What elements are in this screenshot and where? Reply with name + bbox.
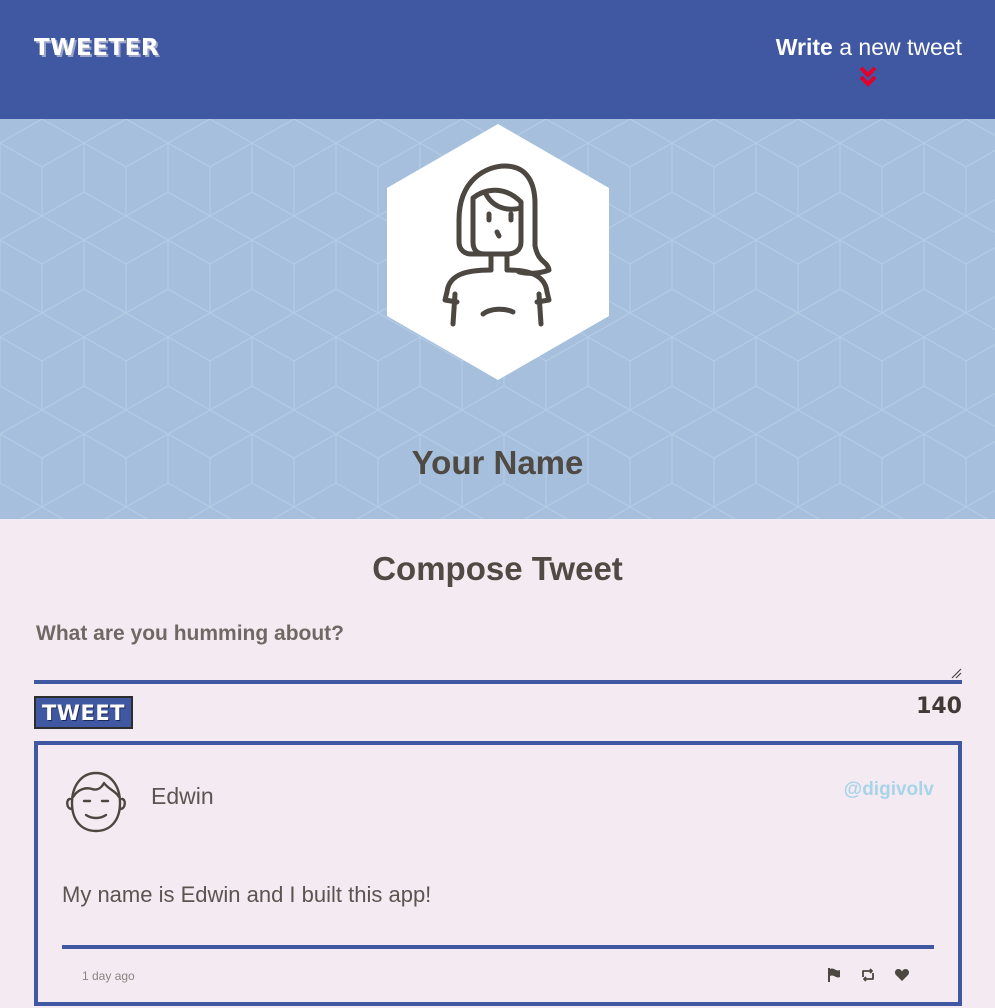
tweet-author-name: Edwin [151, 783, 214, 809]
tweet-divider [62, 945, 934, 949]
tweet-author-handle[interactable]: @digivolv [844, 779, 934, 801]
tweet-text-input[interactable] [34, 614, 962, 684]
tweet-submit-button[interactable]: TWEET [34, 696, 133, 729]
tweet-card: Edwin @digivolv My name is Edwin and I b… [34, 741, 962, 1006]
heart-icon[interactable] [894, 967, 910, 983]
flag-icon[interactable] [826, 967, 842, 983]
compose-title: Compose Tweet [372, 550, 623, 587]
profile-header: Your Name [0, 119, 995, 519]
resize-grip-icon[interactable] [950, 667, 962, 679]
double-chevron-down-icon[interactable] [858, 66, 878, 88]
write-label-strong: Write [775, 34, 833, 60]
write-new-tweet-toggle[interactable]: Write a new tweet [776, 34, 962, 61]
top-nav: TWEETER Write a new tweet [0, 0, 995, 119]
tweet-timestamp: 1 day ago [82, 969, 135, 983]
character-counter: 140 [916, 694, 962, 719]
brand-logo[interactable]: TWEETER [34, 35, 159, 61]
retweet-icon[interactable] [860, 967, 876, 983]
write-label-rest: a new tweet [839, 34, 962, 60]
man-avatar-icon [66, 771, 126, 833]
profile-name: Your Name [411, 444, 584, 481]
tweet-body-text: My name is Edwin and I built this app! [62, 882, 432, 907]
woman-avatar-icon [387, 124, 609, 380]
